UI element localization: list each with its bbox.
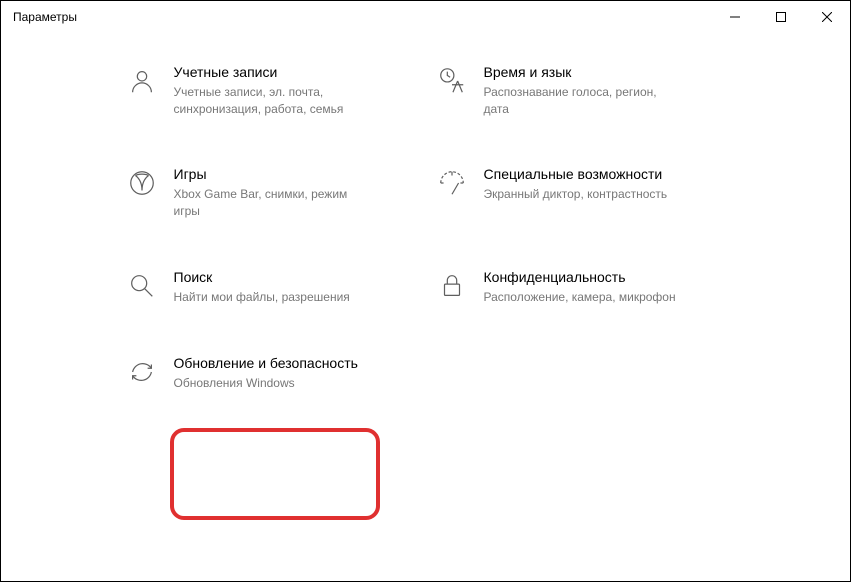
category-title: Поиск <box>174 268 350 287</box>
category-title: Обновление и безопасность <box>174 354 358 373</box>
settings-content: Учетные записи Учетные записи, эл. почта… <box>1 33 850 391</box>
lock-icon <box>436 270 468 302</box>
category-title: Игры <box>174 165 374 184</box>
category-update-security[interactable]: Обновление и безопасность Обновления Win… <box>126 354 416 392</box>
category-title: Учетные записи <box>174 63 374 82</box>
category-subtitle: Учетные записи, эл. почта, синхронизация… <box>174 84 374 118</box>
window-title: Параметры <box>13 10 712 24</box>
category-subtitle: Xbox Game Bar, снимки, режим игры <box>174 186 374 220</box>
category-subtitle: Обновления Windows <box>174 375 358 392</box>
xbox-icon <box>126 167 158 199</box>
update-icon <box>126 356 158 388</box>
category-title: Время и язык <box>484 63 684 82</box>
category-privacy[interactable]: Конфиденциальность Расположение, камера,… <box>436 268 726 306</box>
close-button[interactable] <box>804 1 850 33</box>
category-subtitle: Экранный диктор, контрастность <box>484 186 668 203</box>
category-title: Конфиденциальность <box>484 268 676 287</box>
category-accessibility[interactable]: Специальные возможности Экранный диктор,… <box>436 165 726 219</box>
category-subtitle: Распознавание голоса, регион, дата <box>484 84 684 118</box>
search-icon <box>126 270 158 302</box>
maximize-button[interactable] <box>758 1 804 33</box>
annotation-highlight <box>170 428 380 520</box>
category-accounts[interactable]: Учетные записи Учетные записи, эл. почта… <box>126 63 416 117</box>
category-subtitle: Расположение, камера, микрофон <box>484 289 676 306</box>
category-gaming[interactable]: Игры Xbox Game Bar, снимки, режим игры <box>126 165 416 219</box>
window-controls <box>712 1 850 33</box>
category-search[interactable]: Поиск Найти мои файлы, разрешения <box>126 268 416 306</box>
category-time-language[interactable]: Время и язык Распознавание голоса, регио… <box>436 63 726 117</box>
categories-grid: Учетные записи Учетные записи, эл. почта… <box>126 63 726 391</box>
category-subtitle: Найти мои файлы, разрешения <box>174 289 350 306</box>
person-icon <box>126 65 158 97</box>
accessibility-icon <box>436 167 468 199</box>
titlebar: Параметры <box>1 1 850 33</box>
category-title: Специальные возможности <box>484 165 668 184</box>
time-language-icon <box>436 65 468 97</box>
minimize-button[interactable] <box>712 1 758 33</box>
